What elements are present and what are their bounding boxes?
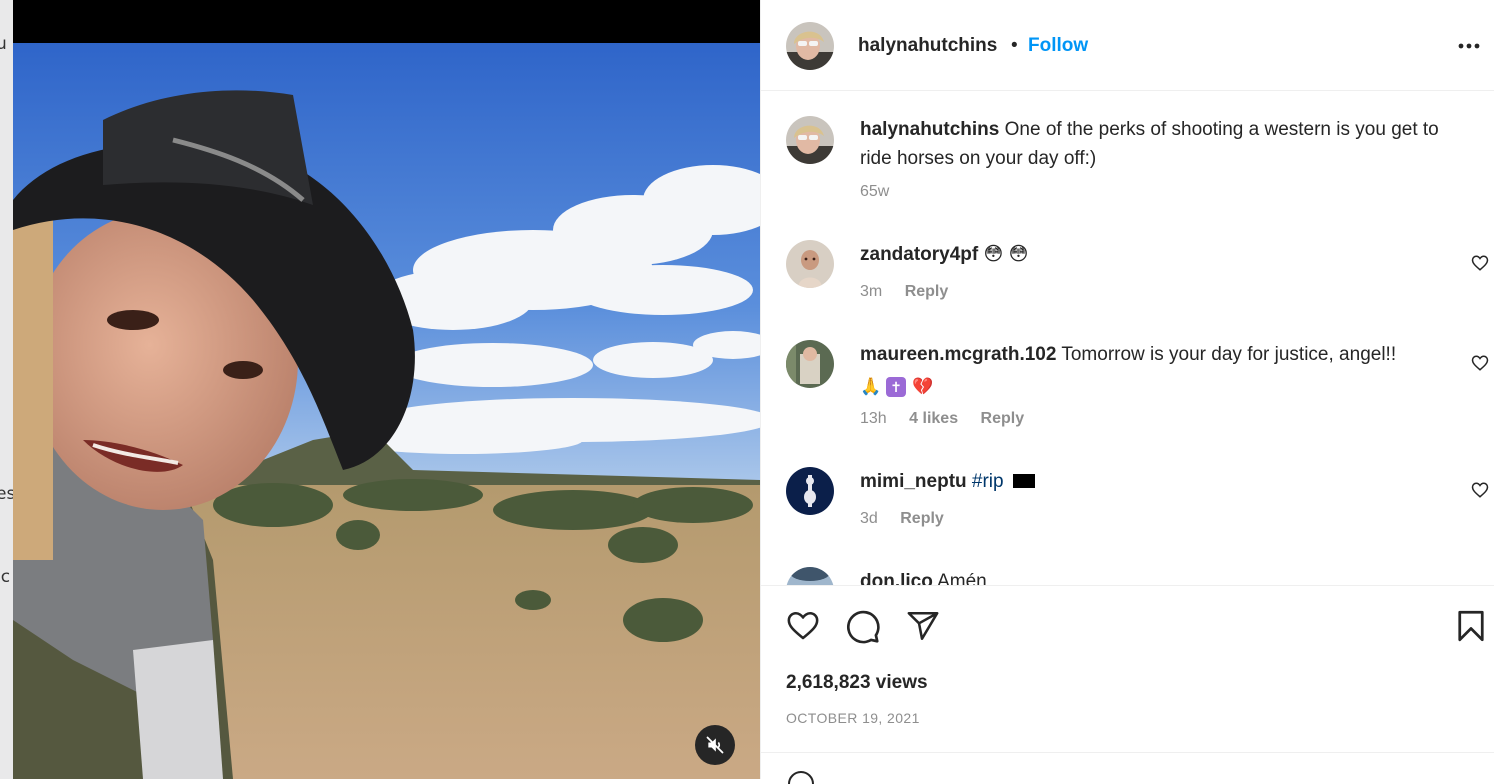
author-avatar[interactable] bbox=[786, 22, 834, 70]
comments-list[interactable]: halynahutchins One of the perks of shoot… bbox=[761, 91, 1494, 585]
commenter-username[interactable]: maureen.mcgrath.102 bbox=[860, 344, 1056, 365]
commenter-username[interactable]: zandatory4pf bbox=[860, 244, 978, 265]
comment-emoji: 💔 bbox=[912, 377, 934, 396]
caption-text: halynahutchins One of the perks of shoot… bbox=[860, 115, 1445, 173]
comment-meta: 3m Reply bbox=[860, 283, 966, 301]
edge-fragment: ic bbox=[0, 567, 11, 587]
heart-icon[interactable] bbox=[785, 609, 821, 643]
commenter-avatar[interactable] bbox=[786, 567, 834, 585]
hashtag-link[interactable]: #rip bbox=[972, 471, 1004, 492]
comment-body: Amén bbox=[937, 571, 987, 585]
comment-timestamp[interactable]: 3d bbox=[860, 510, 878, 527]
mute-toggle-button[interactable] bbox=[695, 725, 735, 765]
commenter-avatar[interactable] bbox=[786, 340, 834, 388]
post-details-panel: halynahutchins • Follow halynahutchins O… bbox=[760, 0, 1494, 784]
view-count[interactable]: 2,618,823 views bbox=[786, 672, 928, 694]
comment-timestamp[interactable]: 3m bbox=[860, 283, 882, 300]
comment-emoji: 😳 bbox=[983, 244, 1004, 265]
comment-like-heart-icon[interactable] bbox=[1471, 481, 1489, 499]
post-video[interactable] bbox=[13, 0, 760, 779]
commenter-avatar[interactable] bbox=[786, 467, 834, 515]
reply-button[interactable]: Reply bbox=[981, 410, 1025, 427]
comment-text: don.lico Amén bbox=[860, 567, 1445, 585]
reply-button[interactable]: Reply bbox=[905, 283, 949, 300]
emoji-icon[interactable] bbox=[786, 770, 816, 784]
commenter-username[interactable]: mimi_neptu bbox=[860, 471, 967, 492]
caption-meta: 65w bbox=[860, 183, 907, 201]
muted-speaker-icon bbox=[706, 736, 724, 754]
comment-meta: 3d Reply bbox=[860, 510, 962, 528]
comment-emoji: 🙏 bbox=[860, 377, 882, 396]
edge-fragment: es bbox=[0, 484, 13, 504]
follow-button[interactable]: Follow bbox=[1028, 35, 1088, 57]
comment-meta: 13h 4 likes Reply bbox=[860, 410, 1042, 428]
commenter-username[interactable]: don.lico bbox=[860, 571, 933, 585]
reply-button[interactable]: Reply bbox=[900, 510, 944, 527]
caption-timestamp[interactable]: 65w bbox=[860, 183, 889, 200]
comment-likes-count[interactable]: 4 likes bbox=[909, 410, 958, 427]
separator-dot: • bbox=[1011, 35, 1018, 56]
commenter-avatar[interactable] bbox=[786, 240, 834, 288]
edge-fragment: u bbox=[0, 34, 7, 54]
comment-like-heart-icon[interactable] bbox=[1471, 354, 1489, 372]
more-options-icon[interactable] bbox=[1456, 36, 1482, 56]
video-frame bbox=[13, 0, 760, 779]
author-username[interactable]: halynahutchins bbox=[858, 35, 997, 57]
comment-bubble-icon[interactable] bbox=[845, 609, 881, 645]
comment-text: mimi_neptu #rip bbox=[860, 467, 1445, 496]
comment-like-heart-icon[interactable] bbox=[1471, 254, 1489, 272]
background-page-edge: u es ic bbox=[0, 0, 13, 779]
comment-emoji: ✝ bbox=[886, 377, 906, 397]
author-avatar[interactable] bbox=[786, 116, 834, 164]
comment-text: zandatory4pf 😳 😳 bbox=[860, 240, 1445, 269]
post-date: OCTOBER 19, 2021 bbox=[786, 710, 920, 726]
post-header: halynahutchins • Follow bbox=[761, 0, 1494, 91]
divider bbox=[761, 752, 1494, 753]
caption-username[interactable]: halynahutchins bbox=[860, 119, 999, 140]
post-actions-footer: 2,618,823 views OCTOBER 19, 2021 bbox=[761, 585, 1494, 784]
comment-emoji: 😳 bbox=[1008, 244, 1029, 265]
comment-text: maureen.mcgrath.102 Tomorrow is your day… bbox=[860, 340, 1445, 398]
black-square-emoji bbox=[1012, 474, 1035, 488]
comment-timestamp[interactable]: 13h bbox=[860, 410, 887, 427]
send-icon[interactable] bbox=[905, 609, 941, 643]
bookmark-icon[interactable] bbox=[1456, 609, 1486, 643]
comment-body: Tomorrow is your day for justice, angel!… bbox=[1061, 344, 1397, 365]
